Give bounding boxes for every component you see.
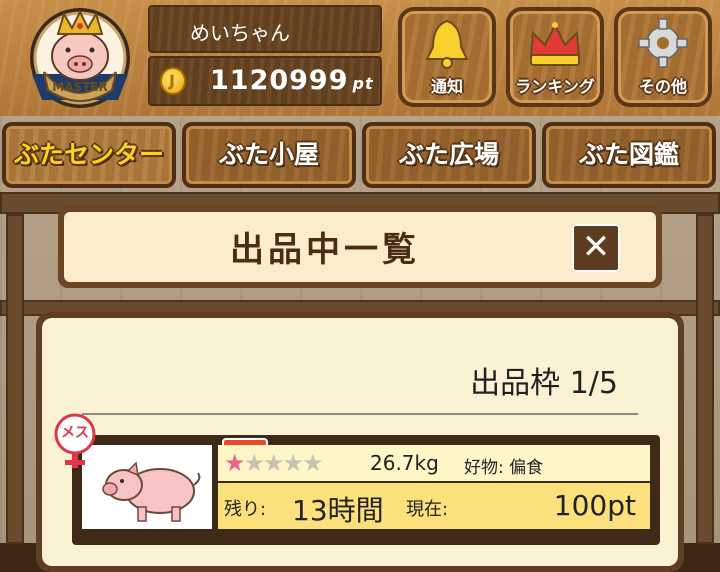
other-label: その他 <box>638 77 687 96</box>
female-gender-icon: メス <box>53 412 97 472</box>
slot-count: 出品枠 1/5 <box>470 366 618 401</box>
rating-stars: ★★★★★ <box>224 449 324 477</box>
gear-icon <box>638 18 688 68</box>
ranking-label: ランキング <box>515 77 595 96</box>
notification-label: 通知 <box>430 77 463 96</box>
star-icon: ★ <box>302 449 323 477</box>
dialog-title: 出品中一覧 <box>230 230 420 270</box>
wood-post <box>6 214 24 544</box>
star-icon: ★ <box>243 449 265 477</box>
notification-button[interactable]: 通知 <box>398 7 496 107</box>
rank-label: MASTER <box>52 80 108 94</box>
close-button[interactable]: ✕ <box>572 224 620 272</box>
pig-thumbnail <box>82 445 212 529</box>
master-rank-badge <box>30 8 130 108</box>
listing-info-top: ★★★★★ 26.7kg 好物: 偏食 <box>218 445 650 481</box>
user-name: めいちゃん <box>190 21 290 45</box>
pig-image <box>102 461 201 522</box>
bell-icon <box>425 19 469 69</box>
dialog-title-bar: 出品中一覧 ✕ <box>58 206 662 288</box>
tab-buta-plaza[interactable]: ぶた広場 <box>362 122 536 188</box>
divider <box>82 413 638 415</box>
tab-buta-center[interactable]: ぶたセンター <box>2 122 176 188</box>
remaining-value: 13時間 <box>292 494 384 527</box>
listing-info-bottom: 残り: 13時間 現在: 100pt <box>218 483 650 529</box>
other-button[interactable]: その他 <box>614 7 712 107</box>
listing-panel: 出品枠 1/5 0 ★★★★★ 26.7 <box>36 312 684 572</box>
current-label: 現在: <box>406 499 449 520</box>
tab-buta-encyclopedia[interactable]: ぶた図鑑 <box>542 122 716 188</box>
wood-post <box>696 214 714 544</box>
header-bar: MASTER めいちゃん J 1120999 pt 通知 ランキング その他 <box>0 0 720 116</box>
ranking-button[interactable]: ランキング <box>506 7 604 107</box>
star-icon: ★ <box>224 449 245 477</box>
listing-item[interactable]: 0 ★★★★★ 26.7kg 好物: 偏食 残り: 13時間 現在: 100pt <box>72 435 660 545</box>
user-name-box: めいちゃん <box>148 5 382 53</box>
points-box: J 1120999 pt <box>148 56 382 106</box>
pig-weight: 26.7kg <box>370 451 439 475</box>
tab-buta-hut[interactable]: ぶた小屋 <box>182 122 356 188</box>
main-nav-tabs: ぶたセンター ぶた小屋 ぶた広場 ぶた図鑑 <box>0 118 720 192</box>
crown-icon <box>529 22 581 66</box>
current-value: 100pt <box>553 489 636 522</box>
star-icon: ★ <box>263 449 284 477</box>
remaining-label: 残り: <box>224 499 267 520</box>
star-icon: ★ <box>282 449 304 477</box>
gender-label: メス <box>61 425 89 441</box>
coin-icon: J <box>160 67 186 95</box>
pig-favorite: 好物: 偏食 <box>464 458 544 478</box>
points-value: 1120999 pt <box>210 65 374 96</box>
